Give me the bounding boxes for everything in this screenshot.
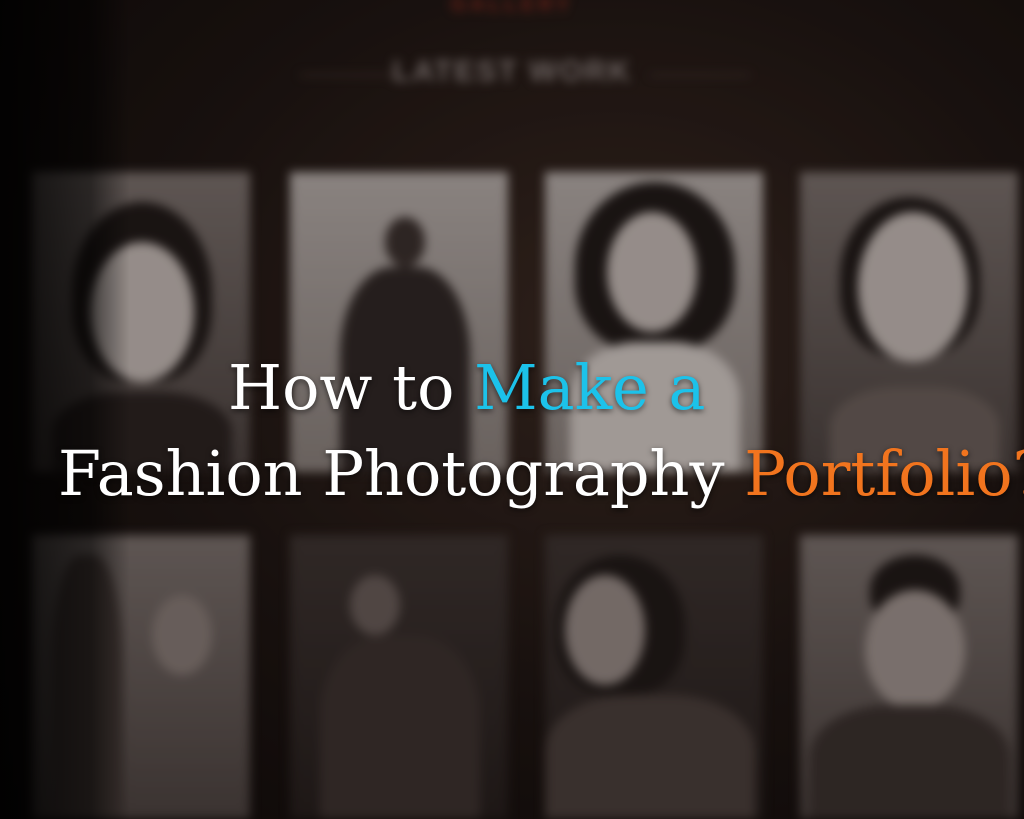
- headline-line-1-plain: How to: [228, 351, 455, 424]
- headline-line-1: How to Make a: [228, 348, 706, 428]
- headline-line-1-accent: Make a: [474, 351, 706, 424]
- left-vignette: [0, 0, 130, 819]
- hero-banner: GALLERY LATEST WORK How to Make a Fashio…: [0, 0, 1024, 819]
- headline-line-2-plain: Fashion Photography: [58, 437, 725, 510]
- headline-line-2-accent: Portfolio?: [744, 437, 1024, 510]
- headline-line-2: Fashion Photography Portfolio?: [58, 434, 1024, 514]
